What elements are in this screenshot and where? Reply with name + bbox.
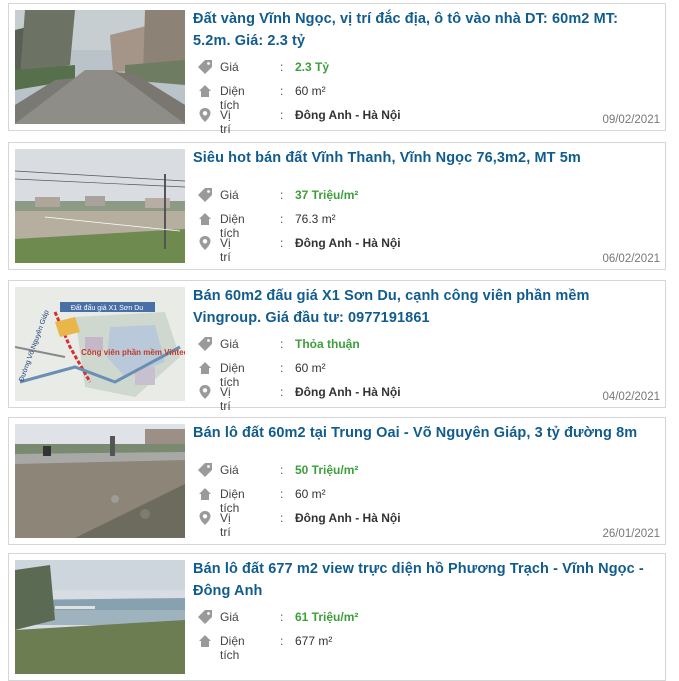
price-tag-icon: [198, 463, 212, 477]
post-date: 09/02/2021: [602, 114, 660, 126]
listing-thumbnail[interactable]: [15, 149, 185, 263]
house-area-icon: [199, 213, 211, 225]
listing-card[interactable]: Bán lô đất 677 m2 view trực diện hồ Phươ…: [8, 553, 666, 681]
map-pin-icon: [199, 511, 211, 525]
listing-title[interactable]: Bán 60m2 đấu giá X1 Sơn Du, cạnh công vi…: [193, 285, 655, 329]
location-label: Vị trí: [220, 385, 231, 413]
map-pin-icon: [199, 236, 211, 250]
area-value: 60 m²: [295, 84, 326, 98]
listing-title[interactable]: Bán lô đất 60m2 tại Trung Oai - Võ Nguyê…: [193, 422, 655, 444]
price-label: Giá: [220, 60, 239, 74]
location-value: Đông Anh - Hà Nội: [295, 511, 401, 525]
house-area-icon: [199, 362, 211, 374]
post-date: 26/01/2021: [602, 528, 660, 540]
price-value: 61 Triệu/m²: [295, 610, 359, 624]
listing-title[interactable]: Bán lô đất 677 m2 view trực diện hồ Phươ…: [193, 558, 655, 602]
house-area-icon: [199, 85, 211, 97]
map-pin-icon: [199, 108, 211, 122]
post-date: 06/02/2021: [602, 253, 660, 265]
listing-thumbnail[interactable]: Đất đấu giá X1 Sơn Du Đường Võ Nguyên Gi…: [15, 287, 185, 401]
location-label: Vị trí: [220, 511, 231, 539]
listing-card[interactable]: Bán lô đất 60m2 tại Trung Oai - Võ Nguyê…: [8, 417, 666, 545]
area-label: Diện tích: [220, 634, 245, 662]
area-value: 677 m²: [295, 634, 333, 648]
location-value: Đông Anh - Hà Nội: [295, 108, 401, 122]
price-tag-icon: [198, 60, 212, 74]
price-tag-icon: [198, 610, 212, 624]
house-area-icon: [199, 635, 211, 647]
listing-card[interactable]: Đất đấu giá X1 Sơn Du Đường Võ Nguyên Gi…: [8, 280, 666, 413]
price-value: 2.3 Tỷ: [295, 60, 330, 74]
listing-card[interactable]: Đất vàng Vĩnh Ngọc, vị trí đắc địa, ô tô…: [8, 3, 666, 136]
price-value: 37 Triệu/m²: [295, 188, 359, 202]
map-pin-icon: [199, 385, 211, 399]
map-park-label: Công viên phần mềm Vintech: [81, 348, 185, 357]
price-value: Thỏa thuận: [295, 337, 360, 351]
house-area-icon: [199, 488, 211, 500]
price-tag-icon: [198, 337, 212, 351]
price-tag-icon: [198, 188, 212, 202]
location-label: Vị trí: [220, 236, 231, 264]
location-value: Đông Anh - Hà Nội: [295, 236, 401, 250]
listing-thumbnail[interactable]: [15, 10, 185, 124]
price-value: 50 Triệu/m²: [295, 463, 359, 477]
price-label: Giá: [220, 463, 239, 477]
location-value: Đông Anh - Hà Nội: [295, 385, 401, 399]
price-label: Giá: [220, 188, 239, 202]
listing-thumbnail[interactable]: [15, 424, 185, 538]
price-label: Giá: [220, 337, 239, 351]
price-label: Giá: [220, 610, 239, 624]
listing-title[interactable]: Siêu hot bán đất Vĩnh Thanh, Vĩnh Ngọc 7…: [193, 147, 655, 169]
location-label: Vị trí: [220, 108, 231, 136]
map-caption: Đất đấu giá X1 Sơn Du: [71, 303, 143, 312]
listing-title[interactable]: Đất vàng Vĩnh Ngọc, vị trí đắc địa, ô tô…: [193, 8, 655, 52]
post-date: 04/02/2021: [602, 391, 660, 403]
area-value: 76.3 m²: [295, 212, 336, 226]
listing-thumbnail[interactable]: [15, 560, 185, 674]
listing-card[interactable]: Siêu hot bán đất Vĩnh Thanh, Vĩnh Ngọc 7…: [8, 142, 666, 270]
area-value: 60 m²: [295, 487, 326, 501]
area-value: 60 m²: [295, 361, 326, 375]
